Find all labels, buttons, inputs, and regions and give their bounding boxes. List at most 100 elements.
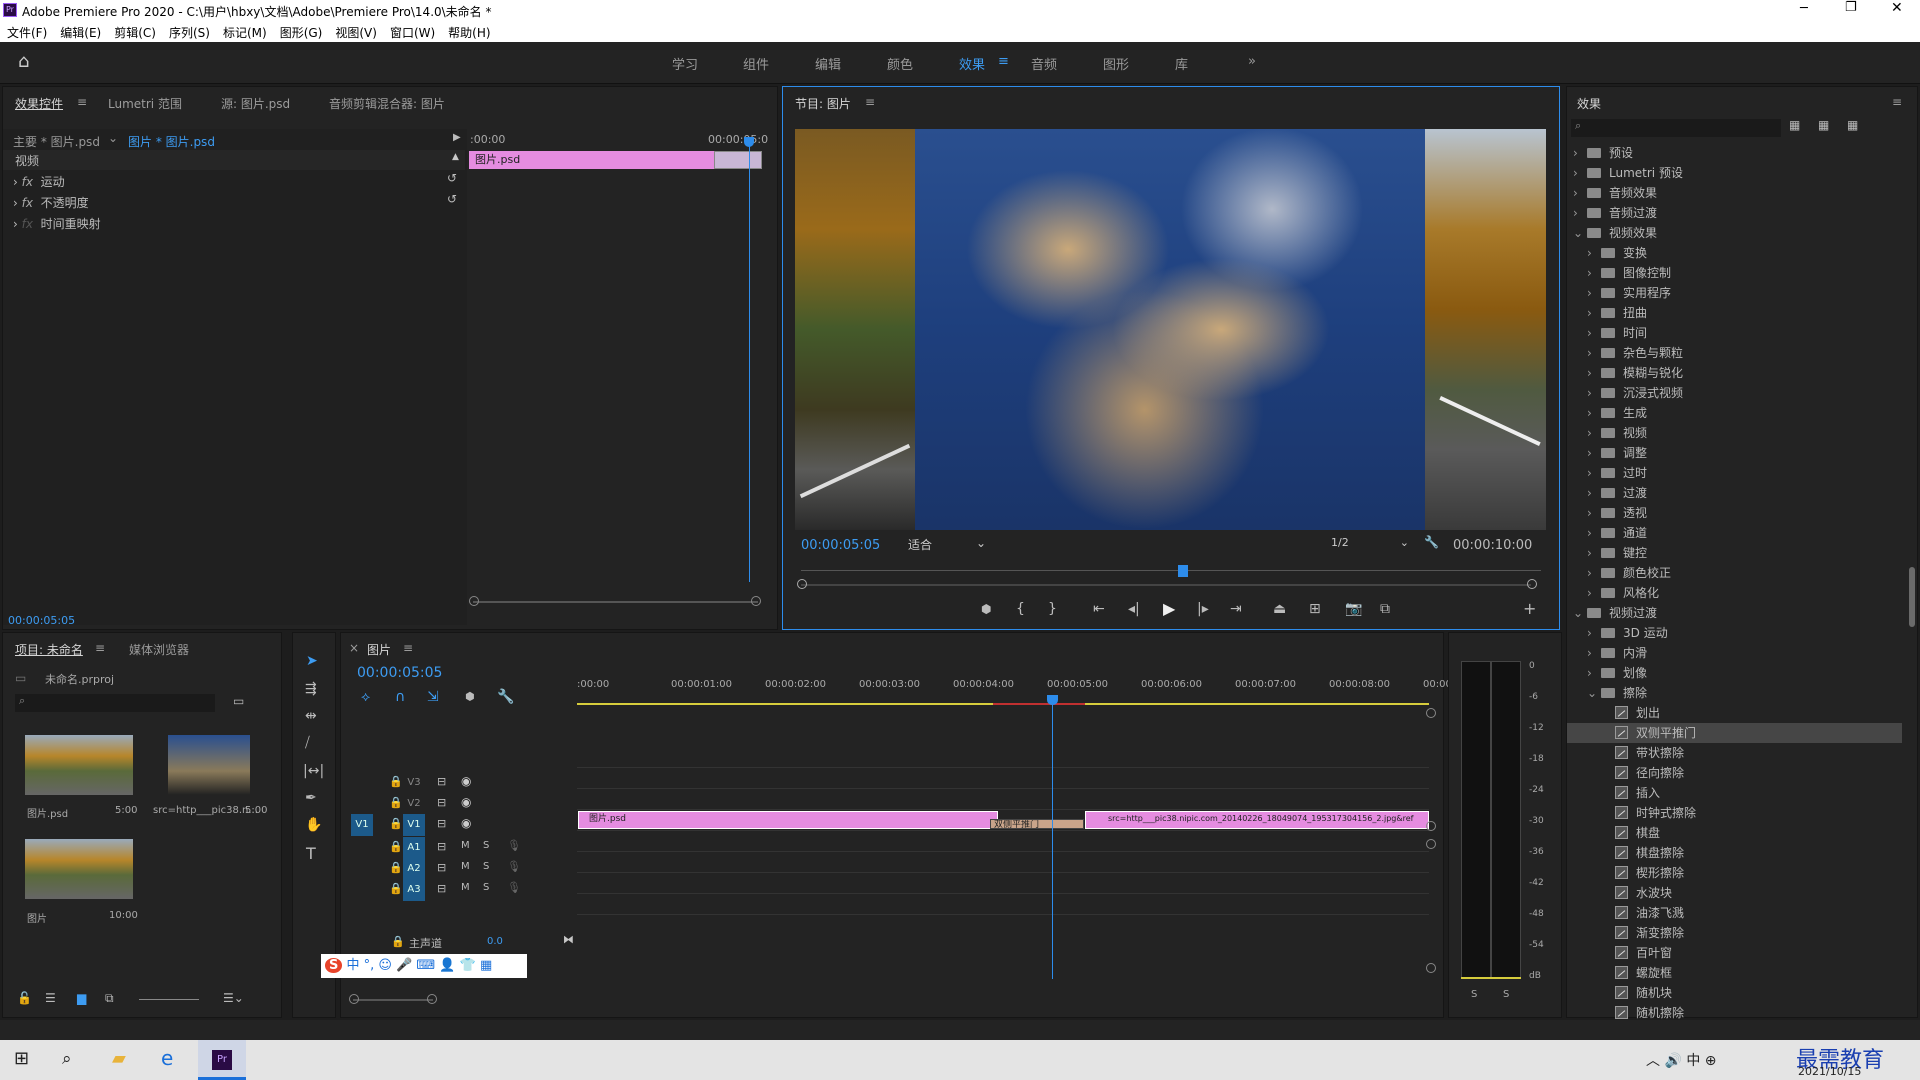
track-lock-icon[interactable]: 🔒: [389, 817, 403, 830]
tab-source[interactable]: 源: 图片.psd: [221, 95, 290, 112]
ec-timecode[interactable]: 00:00:05:05: [8, 614, 75, 627]
effect-item[interactable]: 楔形擦除: [1567, 863, 1902, 883]
sequence-menu-icon[interactable]: ≡: [403, 641, 413, 655]
file-explorer-icon[interactable]: ▰: [112, 1048, 126, 1069]
effect-folder[interactable]: › 图像控制: [1567, 263, 1902, 283]
master-lock-icon[interactable]: 🔒: [391, 935, 405, 948]
workspace-menu-icon[interactable]: ≡: [998, 54, 1009, 69]
close-icon[interactable]: ✕: [1891, 0, 1903, 16]
tab-project[interactable]: 项目: 未命名: [15, 641, 83, 658]
play-only-icon[interactable]: ▶: [453, 132, 461, 143]
sync-lock-icon[interactable]: ⊟: [437, 817, 446, 830]
effect-item[interactable]: 双侧平推门: [1567, 723, 1902, 743]
new-bin-icon[interactable]: ▭: [233, 694, 244, 708]
sequence-tab[interactable]: 图片: [367, 641, 391, 658]
mic-icon[interactable]: 🎙: [507, 881, 521, 894]
export-frame-icon[interactable]: 📷: [1345, 601, 1362, 617]
eye-icon[interactable]: ◉: [461, 774, 471, 788]
effect-folder[interactable]: › 预设: [1567, 143, 1902, 163]
type-tool-icon[interactable]: T: [306, 844, 316, 863]
effect-item[interactable]: 带状擦除: [1567, 743, 1902, 763]
effect-item[interactable]: 随机块: [1567, 983, 1902, 1003]
chevron-right-icon[interactable]: ›: [1587, 663, 1601, 683]
pen-tool-icon[interactable]: ✒: [305, 790, 317, 806]
effect-folder[interactable]: › 模糊与锐化: [1567, 363, 1902, 383]
play-icon[interactable]: ▶: [1163, 599, 1175, 618]
effect-item[interactable]: 水波块: [1567, 883, 1902, 903]
effect-folder[interactable]: › 过时: [1567, 463, 1902, 483]
timeline-playhead-head[interactable]: [1047, 695, 1058, 705]
ime-toolbar[interactable]: S 中 °, ☺ 🎤 ⌨ 👤 👕 ▦: [321, 954, 527, 978]
ec-playhead-head[interactable]: [744, 137, 754, 147]
yuv-effects-icon[interactable]: ▦: [1847, 118, 1858, 132]
track-select-tool-icon[interactable]: ⇶: [305, 681, 317, 697]
project-item[interactable]: [168, 735, 250, 795]
track-target-v2[interactable]: V2: [403, 793, 425, 815]
ec-transition-bar[interactable]: [714, 151, 762, 169]
solo-left-button[interactable]: S: [1471, 989, 1477, 1000]
clip-image-psd[interactable]: 图片.psd: [578, 811, 998, 829]
track-lock-icon[interactable]: 🔒: [389, 840, 403, 853]
project-item[interactable]: [25, 839, 133, 899]
chevron-down-icon[interactable]: ⌄: [1573, 603, 1587, 623]
effect-item[interactable]: 螺旋框: [1567, 963, 1902, 983]
tab-audio-clip-mixer[interactable]: 音频剪辑混合器: 图片: [329, 95, 445, 112]
ec-clip-bar[interactable]: 图片.psd: [469, 151, 714, 169]
step-forward-icon[interactable]: |▸: [1197, 601, 1209, 617]
chevron-right-icon[interactable]: ›: [1573, 203, 1587, 223]
project-menu-icon[interactable]: ≡: [95, 641, 105, 655]
tab-lumetri-scopes[interactable]: Lumetri 范围: [108, 95, 182, 112]
program-timecode[interactable]: 00:00:05:05: [801, 538, 880, 553]
effect-item[interactable]: 插入: [1567, 783, 1902, 803]
chevron-right-icon[interactable]: ›: [1587, 263, 1601, 283]
track-target-v3[interactable]: V3: [403, 772, 425, 794]
chevron-right-icon[interactable]: ›: [1587, 383, 1601, 403]
track-lock-icon[interactable]: 🔒: [389, 775, 403, 788]
timeline-hscroll[interactable]: [353, 999, 433, 1001]
accelerated-effects-icon[interactable]: ▦: [1789, 118, 1800, 132]
ripple-edit-tool-icon[interactable]: ⇹: [305, 708, 317, 724]
lock-icon[interactable]: 🔓: [17, 991, 32, 1005]
32bit-effects-icon[interactable]: ▦: [1818, 118, 1829, 132]
clip-dropdown[interactable]: 图片 * 图片.psd: [128, 133, 215, 150]
reset-icon[interactable]: ↺: [447, 171, 457, 185]
menu-help[interactable]: 帮助(H): [441, 21, 496, 41]
effect-opacity[interactable]: › fx 不透明度: [13, 194, 89, 211]
source-patch-v1[interactable]: V1: [351, 814, 373, 836]
mic-icon[interactable]: 🎙: [507, 860, 521, 873]
mark-in-icon[interactable]: {: [1016, 601, 1025, 617]
add-marker-icon[interactable]: ⬢: [981, 602, 991, 616]
menu-sequence[interactable]: 序列(S): [162, 21, 216, 41]
extract-icon[interactable]: ⊞: [1309, 601, 1321, 617]
chevron-right-icon[interactable]: ›: [1587, 403, 1601, 423]
chevron-right-icon[interactable]: ›: [1587, 523, 1601, 543]
eye-icon[interactable]: ◉: [461, 816, 471, 830]
close-sequence-icon[interactable]: ×: [349, 641, 359, 655]
video-frame[interactable]: [795, 129, 1546, 530]
effect-item[interactable]: 百叶窗: [1567, 943, 1902, 963]
mute-button[interactable]: M: [461, 882, 470, 893]
menu-view[interactable]: 视图(V): [328, 21, 383, 41]
chevron-right-icon[interactable]: ›: [1587, 543, 1601, 563]
solo-button[interactable]: S: [483, 861, 489, 872]
menu-window[interactable]: 窗口(W): [383, 21, 441, 41]
selection-tool-icon[interactable]: ➤: [306, 653, 318, 669]
maximize-icon[interactable]: ❐: [1845, 0, 1857, 15]
chevron-right-icon[interactable]: ›: [1587, 503, 1601, 523]
chevron-right-icon[interactable]: ›: [1587, 303, 1601, 323]
effect-folder[interactable]: › 扭曲: [1567, 303, 1902, 323]
tab-menu-icon[interactable]: ≡: [77, 95, 87, 109]
program-scrub-bar[interactable]: [801, 563, 1541, 571]
chevron-down-icon[interactable]: ⌄: [1573, 223, 1587, 243]
effect-folder[interactable]: › 3D 运动: [1567, 623, 1902, 643]
edge-browser-icon[interactable]: e: [161, 1046, 173, 1070]
resolution-dropdown[interactable]: 1/2 ⌄: [1331, 536, 1411, 554]
effect-folder[interactable]: › 音频过渡: [1567, 203, 1902, 223]
sync-lock-icon[interactable]: ⊟: [437, 775, 446, 788]
premiere-taskbar-icon[interactable]: Pr: [198, 1040, 246, 1080]
chevron-right-icon[interactable]: ›: [1587, 323, 1601, 343]
track-lock-icon[interactable]: 🔒: [389, 861, 403, 874]
track-target-a2[interactable]: A2: [403, 858, 425, 880]
chevron-right-icon[interactable]: ›: [1587, 243, 1601, 263]
mic-icon[interactable]: 🎙: [507, 839, 521, 852]
